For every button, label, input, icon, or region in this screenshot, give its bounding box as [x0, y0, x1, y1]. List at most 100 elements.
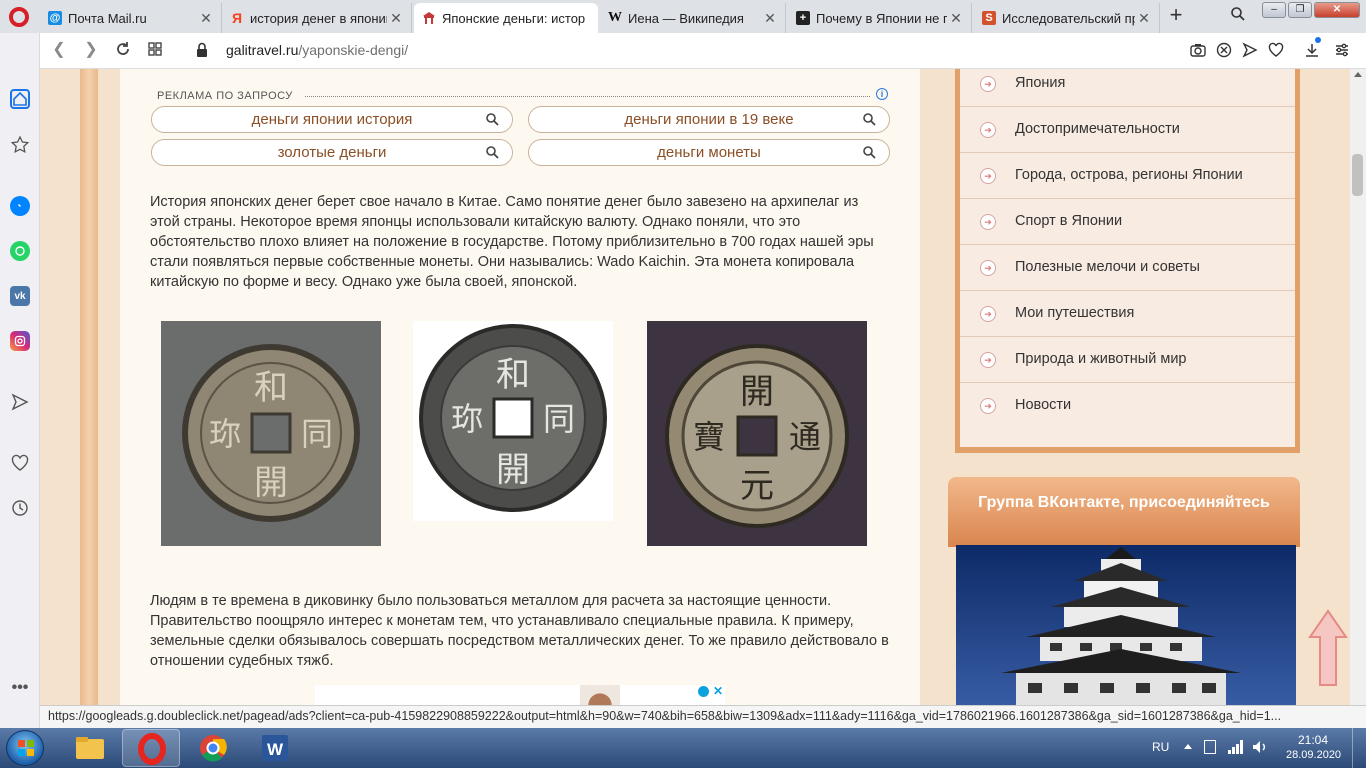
coin2-char-bottom: 開: [496, 450, 530, 490]
tab-title: Японские деньги: истор: [442, 10, 586, 26]
arrow-bullet-icon: ➔: [980, 260, 996, 276]
adblock-icon[interactable]: [1216, 42, 1232, 58]
scrollbar-thumb[interactable]: [1352, 154, 1363, 196]
tab-close-icon[interactable]: ✕: [197, 10, 215, 27]
more-dots-icon[interactable]: •••: [10, 678, 30, 698]
opera-taskbar-button[interactable]: [122, 729, 180, 767]
coin3-char-top: 開: [740, 372, 774, 412]
menu-item-japan[interactable]: ➔ Япония: [960, 69, 1295, 107]
clock-date[interactable]: 28.09.2020: [1286, 749, 1341, 761]
camera-icon[interactable]: [1190, 42, 1206, 58]
forward-icon[interactable]: ❯: [82, 41, 100, 59]
new-tab-button[interactable]: +: [1166, 4, 1186, 26]
tab-why-japan[interactable]: + Почему в Японии не пр ✕: [788, 3, 972, 33]
url-field[interactable]: galitravel.ru/yaponskie-dengi/: [226, 42, 408, 58]
word-taskbar-button[interactable]: W: [246, 729, 304, 767]
history-clock-icon[interactable]: [10, 498, 30, 518]
ad-link-money-coins[interactable]: деньги монеты: [528, 139, 890, 166]
menu-item-tips[interactable]: ➔ Полезные мелочи и советы: [960, 245, 1295, 291]
menu-item-label: Полезные мелочи и советы: [1015, 259, 1200, 275]
arrow-bullet-icon: ➔: [980, 122, 996, 138]
scroll-up-arrow-icon[interactable]: [1354, 72, 1362, 77]
page-scrollbar[interactable]: [1350, 69, 1366, 705]
player-send-icon[interactable]: [10, 392, 30, 412]
lock-icon[interactable]: [196, 42, 208, 58]
svg-text:W: W: [267, 740, 284, 759]
my-flow-heart-icon[interactable]: [10, 453, 30, 473]
status-link-preview: https://googleads.g.doubleclick.net/page…: [40, 705, 1366, 728]
ad-link-money-19-century[interactable]: деньги японии в 19 веке: [528, 106, 890, 133]
explorer-taskbar-button[interactable]: [60, 729, 118, 767]
castle-photo[interactable]: [956, 545, 1296, 705]
whatsapp-icon[interactable]: [10, 241, 30, 261]
tab-search-icon[interactable]: [1230, 6, 1246, 27]
vk-group-widget: Группа ВКонтакте, присоединяйтесь: [948, 477, 1300, 705]
chrome-taskbar-button[interactable]: [184, 729, 242, 767]
ad-link-gold-money[interactable]: золотые деньги: [151, 139, 513, 166]
ad-info-icon[interactable]: [698, 686, 709, 697]
clock-time[interactable]: 21:04: [1298, 733, 1328, 747]
tab-title: Почта Mail.ru: [68, 10, 147, 26]
minimize-button[interactable]: –: [1262, 2, 1286, 18]
tray-device-icon[interactable]: [1204, 740, 1216, 754]
ad-link-money-history[interactable]: деньги японии история: [151, 106, 513, 133]
ad-info-icon[interactable]: i: [876, 88, 888, 100]
tab-wikipedia[interactable]: W Иена — Википедия ✕: [600, 3, 786, 33]
volume-icon[interactable]: [1252, 740, 1268, 759]
bottom-ad-banner[interactable]: ✕: [315, 684, 725, 705]
tab-close-icon[interactable]: ✕: [387, 10, 405, 27]
ad-close-icon[interactable]: ✕: [713, 684, 723, 698]
menu-item-nature[interactable]: ➔ Природа и животный мир: [960, 337, 1295, 383]
page-border-stripe: [80, 69, 98, 705]
menu-item-travels[interactable]: ➔ Мои путешествия: [960, 291, 1295, 337]
tab-close-icon[interactable]: ✕: [947, 10, 965, 27]
category-menu: ➔ Япония ➔ Достопримечательности ➔ Город…: [955, 69, 1300, 453]
instagram-icon[interactable]: [10, 331, 30, 351]
menu-item-sport[interactable]: ➔ Спорт в Японии: [960, 199, 1295, 245]
close-window-button[interactable]: ✕: [1314, 2, 1360, 18]
ad-link-label: деньги японии история: [251, 111, 413, 128]
show-desktop-button[interactable]: [1352, 728, 1366, 768]
speed-dial-icon[interactable]: [146, 41, 164, 59]
tab-close-icon[interactable]: ✕: [761, 10, 779, 27]
back-icon[interactable]: ❮: [50, 41, 68, 59]
pagoda-favicon-icon: [422, 11, 436, 25]
ad-link-label: деньги японии в 19 веке: [624, 111, 794, 128]
search-icon: [863, 146, 876, 159]
coin1-char-left: 珎: [209, 415, 241, 453]
arrow-bullet-icon: ➔: [980, 352, 996, 368]
arrow-bullet-icon: ➔: [980, 168, 996, 184]
home-icon[interactable]: [10, 89, 30, 109]
tab-research[interactable]: S Исследовательский прс ✕: [974, 3, 1160, 33]
network-signal-icon[interactable]: [1228, 740, 1244, 759]
tab-mail[interactable]: @ Почта Mail.ru ✕: [40, 3, 222, 33]
tab-close-icon[interactable]: ✕: [1135, 10, 1153, 27]
send-icon[interactable]: [1242, 42, 1258, 58]
reload-icon[interactable]: [114, 41, 132, 59]
easy-setup-icon[interactable]: [1334, 42, 1350, 58]
menu-item-cities[interactable]: ➔ Города, острова, регионы Японии: [960, 153, 1295, 199]
opera-menu-icon[interactable]: [9, 7, 29, 27]
coin1-char-right: 同: [301, 415, 333, 453]
scroll-to-top-button[interactable]: [1308, 609, 1348, 689]
tray-show-hidden-icon[interactable]: [1184, 744, 1192, 749]
menu-item-label: Новости: [1015, 397, 1072, 413]
tab-japanese-money[interactable]: Японские деньги: истор: [414, 3, 598, 33]
menu-item-sights[interactable]: ➔ Достопримечательности: [960, 107, 1295, 153]
yandex-favicon-icon: Я: [231, 10, 243, 26]
heart-icon[interactable]: [1268, 42, 1284, 58]
url-path: /yaponskie-dengi/: [298, 42, 409, 58]
bookmarks-icon[interactable]: [10, 135, 30, 155]
messenger-icon[interactable]: [10, 196, 30, 216]
language-indicator[interactable]: RU: [1152, 740, 1169, 754]
web-page: РЕКЛАМА ПО ЗАПРОСУ i деньги японии истор…: [40, 69, 1350, 705]
coin1-char-top: 和: [254, 368, 288, 408]
windows-start-button[interactable]: [6, 730, 44, 766]
vk-icon[interactable]: vk: [10, 286, 30, 306]
downloads-icon[interactable]: [1304, 37, 1321, 58]
tab-yandex-search[interactable]: Я история денег в японии ✕: [222, 3, 412, 33]
maximize-button[interactable]: ❐: [1288, 2, 1312, 18]
coin1-char-bottom: 開: [254, 463, 288, 503]
menu-item-news[interactable]: ➔ Новости: [960, 383, 1295, 429]
vk-widget-title[interactable]: Группа ВКонтакте, присоединяйтесь: [948, 494, 1300, 512]
